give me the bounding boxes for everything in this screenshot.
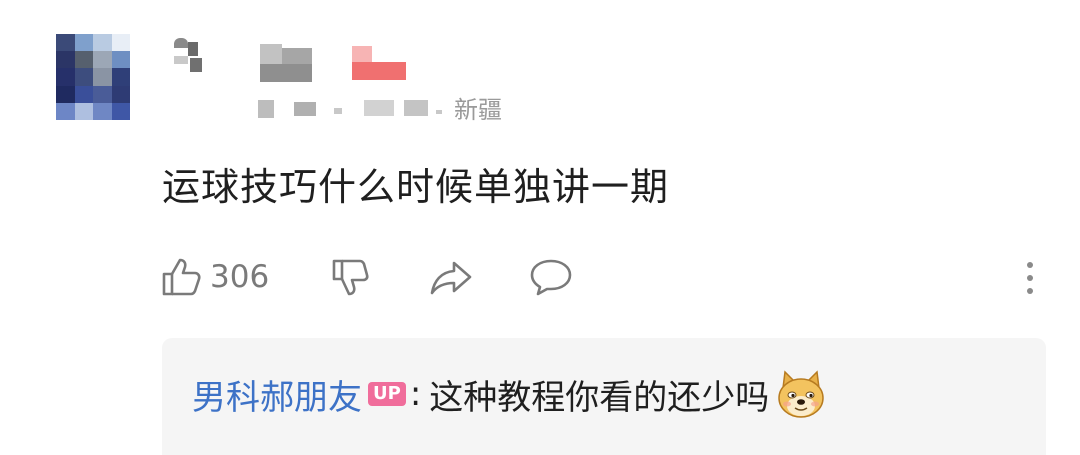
comment-card: 新疆 运球技巧什么时候单独讲一期 306 男科郝朋友 UP: 这种教程你看的还… xyxy=(0,0,1080,455)
up-badge: UP xyxy=(368,382,406,406)
like-count: 306 xyxy=(210,259,270,295)
comment-location: 新疆 xyxy=(454,96,502,124)
like-button[interactable]: 306 xyxy=(160,252,269,302)
share-icon xyxy=(428,257,474,297)
comment-actions: 306 xyxy=(160,252,1040,302)
doge-emoji-icon xyxy=(775,368,827,420)
username-blurred[interactable] xyxy=(168,38,418,86)
more-options-button[interactable] xyxy=(1022,260,1036,296)
thumbs-down-icon xyxy=(328,255,372,299)
comment-text: 运球技巧什么时候单独讲一期 xyxy=(162,165,670,209)
dislike-button[interactable] xyxy=(328,252,372,302)
comment-meta: 新疆 xyxy=(258,90,538,124)
reply-author-link[interactable]: 男科郝朋友 xyxy=(192,370,362,419)
chat-bubble-icon xyxy=(528,256,574,298)
reply-separator: : xyxy=(409,374,422,414)
reply-line: 男科郝朋友 UP : 这种教程你看的还少吗 xyxy=(192,368,827,420)
share-button[interactable] xyxy=(428,252,474,302)
avatar[interactable] xyxy=(56,34,130,120)
reply-preview[interactable]: 男科郝朋友 UP : 这种教程你看的还少吗 xyxy=(162,338,1046,455)
reply-text: 这种教程你看的还少吗 xyxy=(429,377,770,418)
reply-button[interactable] xyxy=(528,252,574,302)
thumbs-up-icon xyxy=(160,256,204,298)
